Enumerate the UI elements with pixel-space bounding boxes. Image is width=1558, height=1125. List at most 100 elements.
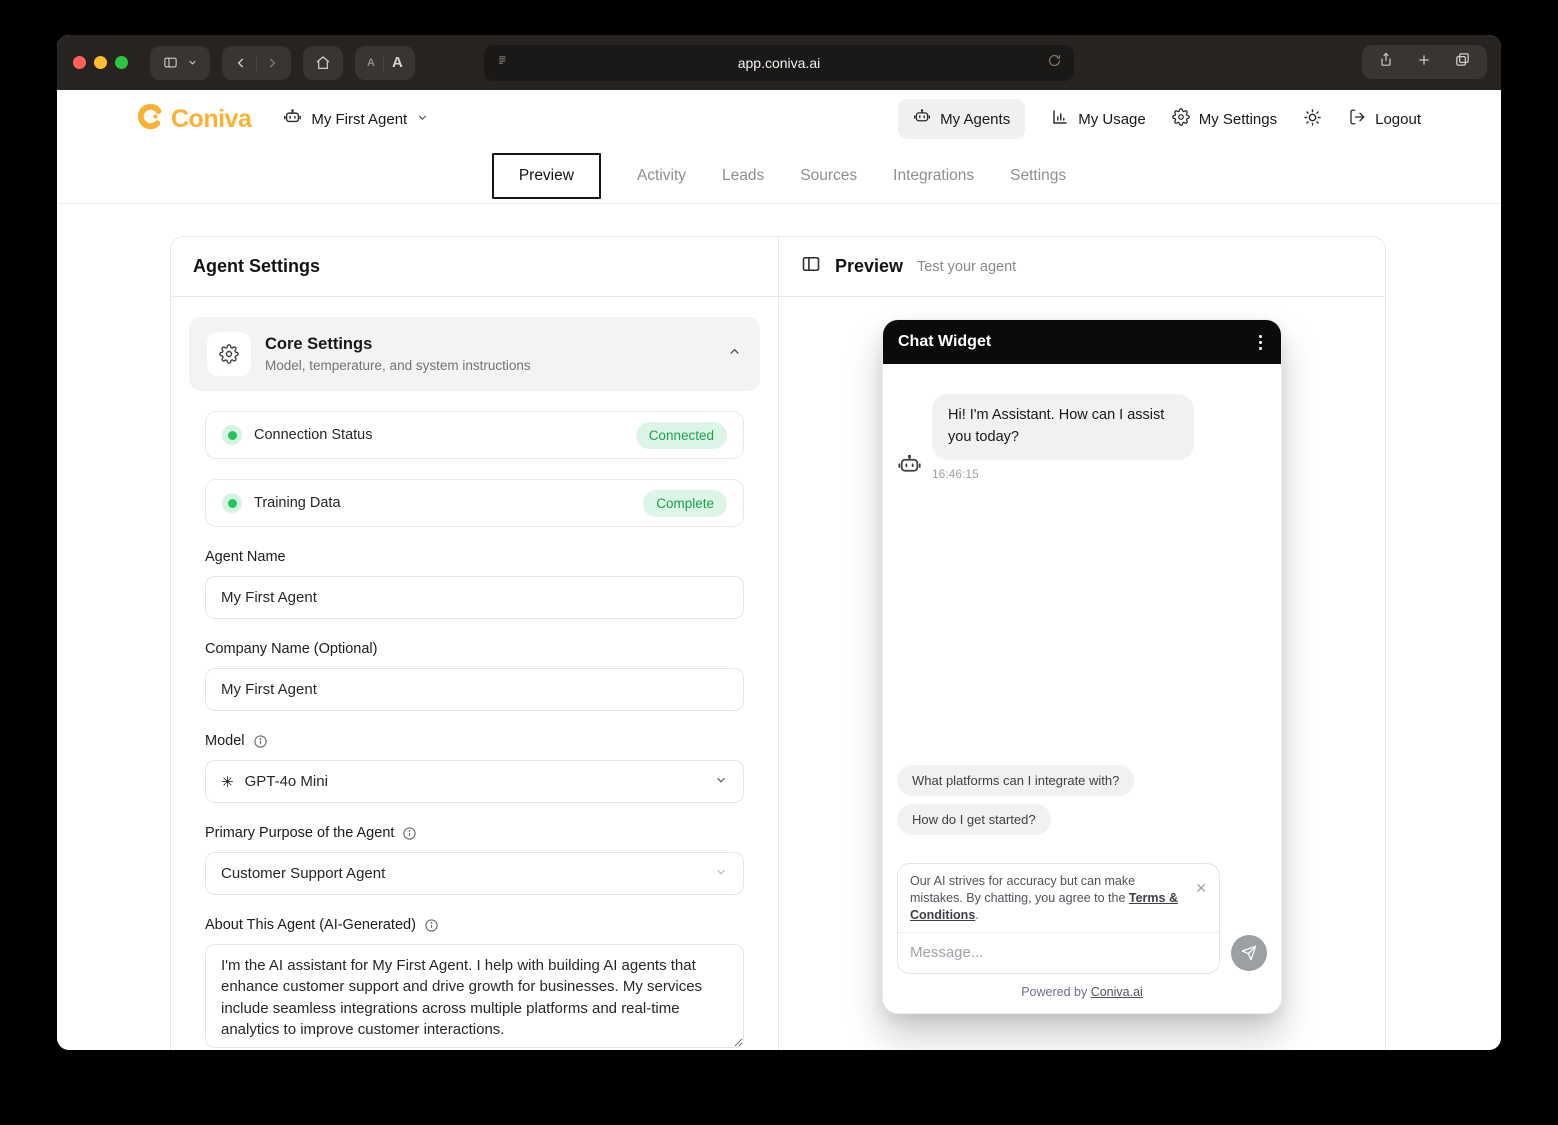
logout-button[interactable]: Logout (1348, 108, 1421, 130)
divider (256, 55, 257, 71)
about-label-row: About This Agent (AI-Generated) (205, 917, 744, 933)
address-bar[interactable]: app.coniva.ai (484, 45, 1074, 81)
agent-tabs: Preview Activity Leads Sources Integrati… (57, 148, 1501, 204)
core-settings-content: Connection Status Connected Training Dat… (189, 411, 760, 1050)
chevron-down-icon (714, 865, 728, 883)
agent-name-input[interactable] (205, 576, 744, 619)
chevron-up-icon (727, 344, 742, 364)
close-icon[interactable]: ✕ (1195, 873, 1207, 924)
nav-my-usage[interactable]: My Usage (1051, 108, 1146, 130)
home-button[interactable] (303, 46, 343, 80)
sidebar-icon (162, 55, 179, 70)
agent-settings-header: Agent Settings (171, 237, 778, 297)
new-tab-button[interactable] (1416, 52, 1432, 73)
suggestion-chip[interactable]: How do I get started? (897, 804, 1051, 835)
tab-activity[interactable]: Activity (637, 167, 686, 185)
tab-sources[interactable]: Sources (800, 167, 857, 185)
status-badge: Connected (636, 422, 727, 449)
chevron-down-icon (187, 57, 198, 68)
tab-preview[interactable]: Preview (492, 153, 601, 199)
minimize-window-button[interactable] (94, 56, 107, 69)
back-button[interactable] (234, 56, 248, 70)
screen: A A app.coniva.ai (0, 0, 1558, 1125)
share-button[interactable] (1378, 51, 1394, 73)
nav-label: My Settings (1199, 111, 1277, 128)
sun-icon (1303, 108, 1322, 131)
traffic-lights (73, 56, 128, 69)
panel-title: Preview (835, 256, 903, 277)
panel-title: Agent Settings (193, 256, 320, 277)
coniva-logo[interactable]: Coniva (137, 103, 251, 135)
bot-message: Hi! I'm Assistant. How can I assist you … (897, 394, 1267, 481)
main-content: Agent Settings Core Settings Model, temp… (170, 236, 1386, 1050)
robot-icon (283, 108, 302, 131)
chat-widget-header: Chat Widget (883, 320, 1281, 364)
decrease-text-button[interactable]: A (367, 57, 375, 69)
about-label: About This Agent (AI-Generated) (205, 917, 416, 933)
core-settings-toggle[interactable]: Core Settings Model, temperature, and sy… (189, 317, 760, 391)
composer-row: Our AI strives for accuracy but can make… (897, 863, 1267, 974)
tab-integrations[interactable]: Integrations (893, 167, 974, 185)
agent-selector-label: My First Agent (311, 111, 407, 128)
agent-settings-body: Core Settings Model, temperature, and sy… (171, 297, 778, 1050)
purpose-label-row: Primary Purpose of the Agent (205, 825, 744, 841)
coniva-link[interactable]: Coniva.ai (1091, 985, 1143, 999)
model-select[interactable]: ✳ GPT-4o Mini (205, 760, 744, 803)
logo-text: Coniva (171, 105, 251, 134)
preview-panel: Preview Test your agent Chat Widget (779, 237, 1385, 1050)
company-name-label: Company Name (Optional) (205, 641, 744, 657)
agent-selector[interactable]: My First Agent (283, 108, 429, 131)
nav-label: Logout (1375, 111, 1421, 128)
widget-footer: Powered by Coniva.ai (897, 974, 1267, 1003)
send-button[interactable] (1231, 935, 1267, 971)
model-label-row: Model (205, 733, 744, 749)
tab-settings[interactable]: Settings (1010, 167, 1066, 185)
purpose-value: Customer Support Agent (221, 865, 385, 882)
robot-avatar-icon (897, 453, 922, 483)
text-size-controls: A A (355, 46, 415, 80)
openai-icon: ✳ (221, 773, 234, 791)
nav-my-settings[interactable]: My Settings (1172, 108, 1277, 130)
info-icon[interactable] (253, 734, 268, 749)
chat-widget: Chat Widget Hi! I'm Assistant. How can I… (882, 319, 1282, 1014)
info-icon[interactable] (424, 918, 439, 933)
status-badge: Complete (643, 490, 727, 517)
chat-widget-title: Chat Widget (898, 333, 991, 351)
panel-subtitle: Test your agent (917, 259, 1016, 275)
info-icon[interactable] (402, 826, 417, 841)
disclaimer-text: Our AI strives for accuracy but can make… (910, 873, 1185, 924)
preview-header: Preview Test your agent (779, 237, 1385, 297)
gear-icon (1172, 108, 1190, 130)
zoom-window-button[interactable] (115, 56, 128, 69)
bar-chart-icon (1051, 108, 1069, 130)
status-label: Training Data (254, 495, 341, 511)
about-textarea[interactable] (205, 944, 744, 1048)
refresh-icon[interactable] (1047, 53, 1062, 73)
theme-toggle-button[interactable] (1303, 108, 1322, 131)
nav-label: My Agents (940, 111, 1010, 128)
tab-overview-button[interactable] (1454, 51, 1471, 73)
sidebar-toggle-button[interactable] (150, 46, 210, 80)
company-name-input[interactable] (205, 668, 744, 711)
nav-my-agents[interactable]: My Agents (898, 99, 1025, 139)
forward-button[interactable] (265, 56, 279, 70)
bot-message-bubble: Hi! I'm Assistant. How can I assist you … (932, 394, 1194, 460)
purpose-select[interactable]: Customer Support Agent (205, 852, 744, 895)
url-text: app.coniva.ai (484, 55, 1074, 71)
nav-label: My Usage (1078, 111, 1146, 128)
header-nav: My Agents My Usage My Settings (898, 99, 1421, 139)
agent-name-label: Agent Name (205, 549, 744, 565)
message-input[interactable] (898, 933, 1219, 973)
close-window-button[interactable] (73, 56, 86, 69)
kebab-menu-button[interactable] (1255, 331, 1266, 354)
app-header: Coniva My First Agent My Agents (57, 90, 1501, 148)
robot-icon (913, 108, 931, 130)
browser-chrome: A A app.coniva.ai (57, 35, 1501, 90)
suggestion-chip[interactable]: What platforms can I integrate with? (897, 765, 1134, 796)
core-settings-title: Core Settings (265, 335, 531, 354)
chat-widget-body: Hi! I'm Assistant. How can I assist you … (883, 364, 1281, 1013)
increase-text-button[interactable]: A (392, 54, 403, 71)
core-settings-subtitle: Model, temperature, and system instructi… (265, 358, 531, 373)
tab-leads[interactable]: Leads (722, 167, 764, 185)
reader-icon[interactable] (496, 53, 511, 73)
